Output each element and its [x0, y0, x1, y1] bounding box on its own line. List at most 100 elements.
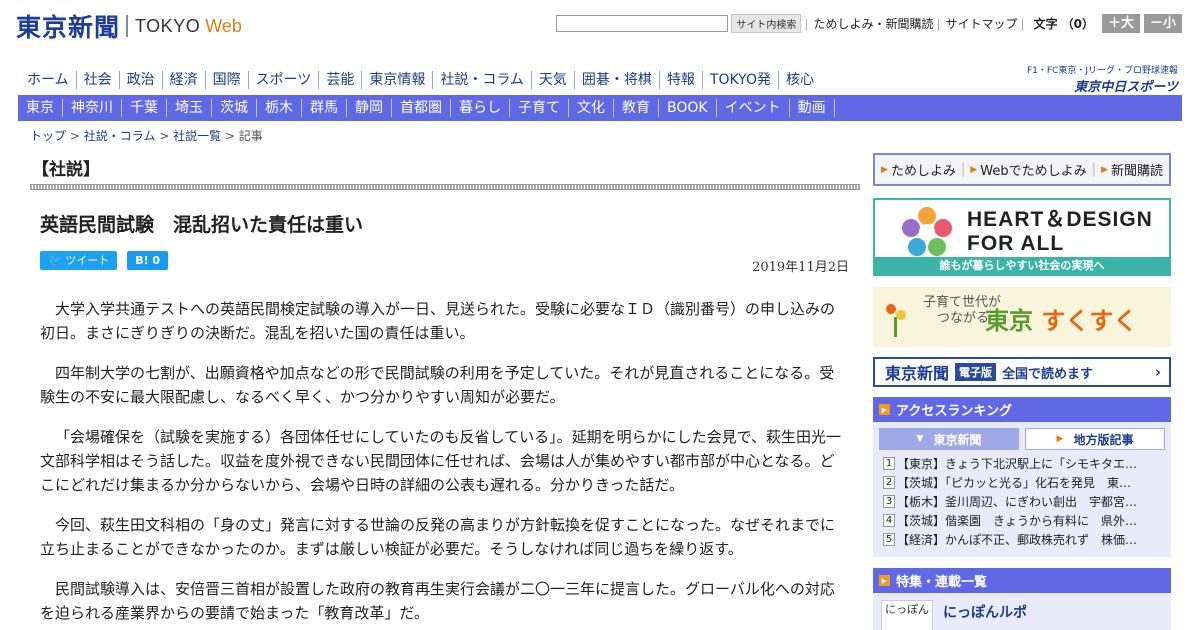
triangle-bullet-icon: ▶: [970, 164, 978, 175]
main-nav-item[interactable]: スポーツ: [247, 71, 319, 89]
ranking-item[interactable]: 2 【茨城】「ピカッと光る」化石を発見 東…: [883, 473, 1165, 492]
ranking-item[interactable]: 1 【東京】きょう下北沢駅上に「シモキタエ…: [883, 454, 1165, 473]
subscribe-links-box: ▶ ためしよみ | ▶ Webでためしよみ | ▶ 新聞購読: [873, 153, 1171, 186]
sidebar-link-subscribe[interactable]: 新聞購読: [1111, 160, 1163, 179]
link-separator: |: [960, 162, 966, 177]
heart-design-title: HEART＆DESIGN FOR ALL: [967, 208, 1153, 256]
features-header: ▶ 特集・連載一覧: [873, 568, 1171, 593]
breadcrumb-separator: >: [69, 129, 84, 143]
ranking-item[interactable]: 4 【茨城】偕楽園 きょうから有料に 県外…: [883, 511, 1165, 530]
region-nav-item[interactable]: 静岡: [347, 99, 392, 117]
header-utility: サイト内検索 | ためしよみ・新聞購読 | サイトマップ | 文字 （0） ＋大…: [556, 14, 1182, 33]
main-nav-item[interactable]: 特報: [658, 71, 702, 89]
region-nav-item[interactable]: 埼玉: [167, 99, 212, 117]
features-title: 特集・連載一覧: [896, 575, 988, 590]
region-nav-item[interactable]: イベント: [717, 99, 790, 117]
region-nav-item[interactable]: 教育: [614, 99, 659, 117]
breadcrumb-top[interactable]: トップ: [30, 129, 66, 143]
chevron-right-icon: ▶: [1056, 434, 1064, 444]
link-separator: |: [1091, 162, 1097, 177]
article-paragraph: 今回、萩生田文科相の「身の丈」発言に対する世論の反発の高まりが方針転換を促すこと…: [40, 516, 836, 558]
features-panel: ▶ 特集・連載一覧 にっぽん にっぽんルポ: [873, 568, 1171, 630]
font-decrease-button[interactable]: －小: [1143, 14, 1182, 33]
breadcrumb-editorial-list[interactable]: 社説一覧: [173, 129, 221, 143]
region-nav-item[interactable]: 栃木: [257, 99, 302, 117]
epaper-badge: 電子版: [955, 363, 997, 381]
tab-local-edition[interactable]: ▶ 地方版記事: [1025, 428, 1165, 450]
tweet-button[interactable]: 🐦 ツイート: [40, 251, 118, 270]
main-nav-item[interactable]: 核心: [777, 71, 821, 89]
triangle-bullet-icon: ▶: [881, 164, 888, 175]
tab-tokyo-shimbun[interactable]: ▼ 東京新聞: [879, 428, 1019, 450]
region-nav-item[interactable]: 茨城: [212, 99, 257, 117]
logo-web-text: Web: [205, 15, 242, 36]
rank-number: 5: [883, 533, 895, 546]
section-label: 【社説】: [32, 160, 100, 180]
rank-number: 4: [883, 514, 895, 527]
chunichi-sports-logo[interactable]: F1・FC東京・Jリーグ・プロ野球速報 東京中日スポーツ: [1027, 63, 1178, 95]
region-nav-item[interactable]: 子育て: [510, 99, 569, 117]
region-nav-item[interactable]: 暮らし: [451, 99, 510, 117]
region-nav-item[interactable]: 東京: [18, 99, 63, 117]
rank-number: 1: [883, 457, 895, 470]
feature-thumbnail[interactable]: にっぽん: [881, 600, 933, 630]
sidebar-link-trial[interactable]: ためしよみ: [891, 160, 956, 179]
main-nav: ホーム 社会 政治 経済 国際 スポーツ 芸能 東京情報 社説・コラム 天気 囲…: [20, 70, 821, 90]
main-nav-item[interactable]: 芸能: [318, 71, 361, 89]
main-nav-item[interactable]: 経済: [161, 71, 205, 89]
logo-tokyo-text: TOKYO: [135, 15, 201, 36]
main-nav-item[interactable]: TOKYO発: [701, 71, 778, 89]
rank-number: 2: [883, 476, 895, 489]
tweet-label: ツイート: [65, 254, 110, 267]
arrow-bullet-icon: ▶: [879, 404, 890, 415]
header-link-sitemap[interactable]: サイトマップ: [946, 15, 1018, 32]
article-body: 大学入学共通テストへの英語民間検定試験の導入が一日、見送られた。受験に必要なＩＤ…: [40, 297, 846, 630]
region-nav-item[interactable]: 千葉: [122, 99, 167, 117]
feature-item-title[interactable]: にっぽんルポ: [943, 602, 1027, 622]
region-nav-item[interactable]: 神奈川: [63, 99, 122, 117]
sidebar-link-web-trial[interactable]: Webでためしよみ: [980, 160, 1086, 179]
ranking-item[interactable]: 3 【栃木】釜川周辺、にぎわい創出 宇都宮…: [883, 492, 1165, 511]
heart-design-title-line1: HEART＆DESIGN: [967, 208, 1153, 231]
region-nav-item[interactable]: 群馬: [302, 99, 347, 117]
sports-logo-caption: F1・FC東京・Jリーグ・プロ野球速報: [1026, 66, 1178, 76]
ranking-item[interactable]: 5 【経済】かんぽ不正、郵政株売れず 株価…: [883, 530, 1165, 549]
header-link-subscribe[interactable]: ためしよみ・新聞購読: [813, 15, 933, 32]
hatena-bookmark-button[interactable]: B! 0: [127, 251, 169, 270]
main-nav-item[interactable]: 囲碁・将棋: [573, 71, 659, 89]
flower-sprout-icon: [886, 304, 906, 337]
article-paragraph: 「会場確保を（試験を実施する）各団体任せにしていたのも反省している」。延期を明ら…: [40, 428, 842, 494]
breadcrumb-separator: >: [159, 129, 174, 143]
sukusuku-title: 東京 すくすく: [985, 301, 1137, 336]
tab-label: 地方版記事: [1073, 432, 1134, 447]
chevron-down-icon: ▼: [916, 434, 924, 444]
access-ranking-header: ▶ アクセスランキング: [873, 397, 1171, 422]
main-nav-item[interactable]: ホーム: [20, 71, 76, 89]
main-nav-item[interactable]: 政治: [118, 71, 162, 89]
heart-design-banner[interactable]: HEART＆DESIGN FOR ALL 誰もが暮らしやすい社会の実現へ: [873, 198, 1171, 276]
main-nav-item[interactable]: 社説・コラム: [432, 71, 531, 89]
main-nav-item[interactable]: 天気: [530, 71, 574, 89]
site-search-input[interactable]: [556, 15, 729, 32]
tokyo-sukusuku-banner[interactable]: 子育て世代が つながる 東京 すくすく: [873, 287, 1171, 347]
tab-label: 東京新聞: [933, 432, 982, 447]
breadcrumb-column[interactable]: 社説・コラム: [84, 129, 156, 143]
font-increase-button[interactable]: ＋大: [1101, 14, 1140, 33]
digital-edition-banner[interactable]: 東京新聞 電子版 全国で読めます ›: [873, 357, 1171, 387]
main-nav-item[interactable]: 東京情報: [361, 71, 432, 89]
publish-date: 2019年11月2日: [752, 260, 849, 275]
flower-logo-icon: [902, 207, 952, 256]
access-ranking-title: アクセスランキング: [896, 404, 1012, 419]
rank-title: 【東京】きょう下北沢駅上に「シモキタエ…: [897, 457, 1138, 471]
article-paragraph: 大学入学共通テストへの英語民間検定試験の導入が一日、見送られた。受験に必要なＩＤ…: [40, 300, 836, 342]
region-nav-item[interactable]: 首都圏: [392, 99, 451, 117]
article-headline: 英語民間試験 混乱招いた責任は重い: [40, 214, 364, 236]
site-logo[interactable]: 東京新聞 TOKYO Web: [16, 8, 242, 44]
region-nav-item[interactable]: BOOK: [659, 99, 717, 117]
main-nav-item[interactable]: 国際: [204, 71, 248, 89]
region-nav-item[interactable]: 文化: [569, 99, 614, 117]
site-search-button[interactable]: サイト内検索: [731, 14, 802, 33]
heart-design-subtitle: 誰もが暮らしやすい社会の実現へ: [875, 257, 1169, 274]
region-nav-item[interactable]: 動画: [790, 99, 835, 117]
main-nav-item[interactable]: 社会: [75, 71, 119, 89]
